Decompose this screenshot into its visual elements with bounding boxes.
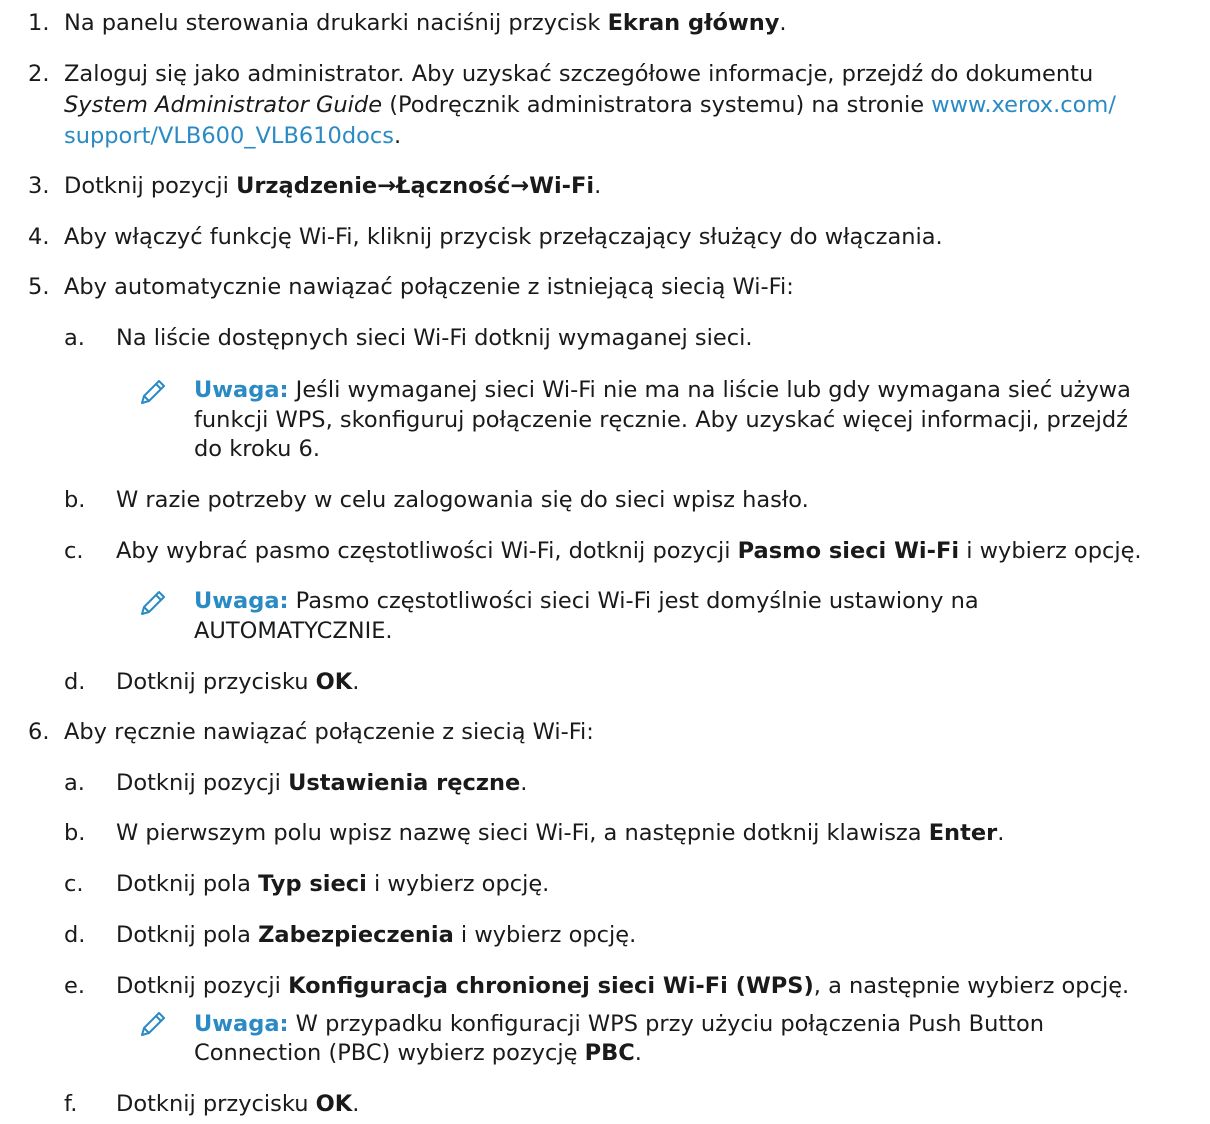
bold-term: PBC (584, 1040, 635, 1067)
note-label: Uwaga: (194, 1010, 289, 1037)
pencil-icon (141, 591, 165, 616)
bold-term: Zabezpieczenia (258, 921, 454, 948)
substep-letter: d. (64, 921, 86, 948)
step-1-text: Na panelu sterowania drukarki naciśnij p… (64, 10, 787, 37)
note-3-line-2: Connection (PBC) wybierz pozycję PBC. (194, 1040, 642, 1067)
step-6f-text: Dotknij przycisku OK. (116, 1091, 360, 1118)
pencil-icon (141, 379, 165, 404)
step-6d-text: Dotknij pola Zabezpieczenia i wybierz op… (116, 921, 637, 948)
step-6e-text: Dotknij pozycji Konfiguracja chronionej … (116, 972, 1130, 999)
note-2-line-2: AUTOMATYCZNIE. (194, 618, 393, 645)
step-5-text: Aby automatycznie nawiązać połączenie z … (64, 273, 794, 300)
step-number: 6. (28, 719, 50, 746)
note-3-line-1: Uwaga: W przypadku konfiguracji WPS przy… (194, 1010, 1044, 1037)
note-label: Uwaga: (194, 376, 289, 403)
step-number: 2. (28, 61, 50, 88)
step-5b-text: W razie potrzeby w celu zalogowania się … (116, 487, 809, 514)
bold-term: Pasmo sieci Wi-Fi (737, 538, 960, 565)
step-6b-text: W pierwszym polu wpisz nazwę sieci Wi-Fi… (116, 820, 1005, 847)
step-5c-text: Aby wybrać pasmo częstotliwości Wi-Fi, d… (116, 538, 1142, 565)
substep-letter: f. (64, 1091, 78, 1118)
step-3-text: Dotknij pozycji Urządzenie→Łączność→Wi-F… (64, 172, 602, 199)
step-number: 5. (28, 273, 50, 300)
step-2-line-3: support/VLB600_VLB610docs. (64, 122, 402, 149)
bold-term: OK (315, 669, 353, 696)
step-6c-text: Dotknij pola Typ sieci i wybierz opcję. (116, 871, 550, 898)
substep-letter: c. (64, 538, 84, 565)
substep-letter: d. (64, 669, 86, 696)
step-number: 4. (28, 223, 50, 250)
bold-term: Ustawienia ręczne (288, 770, 521, 797)
substep-letter: a. (64, 770, 85, 797)
substep-letter: b. (64, 820, 86, 847)
xerox-docs-link-cont[interactable]: support/VLB600_VLB610docs (64, 123, 394, 149)
step-6-text: Aby ręcznie nawiązać połączenie z siecią… (64, 719, 594, 746)
bold-term: Typ sieci (258, 871, 367, 898)
step-number: 3. (28, 172, 50, 199)
bold-term: Enter (928, 820, 998, 847)
substep-letter: e. (64, 972, 85, 999)
substep-letter: b. (64, 487, 86, 514)
guide-title: System Administrator Guide (64, 92, 383, 119)
step-5a-text: Na liście dostępnych sieci Wi-Fi dotknij… (116, 324, 753, 351)
note-2-line-1: Uwaga: Pasmo częstotliwości sieci Wi-Fi … (194, 588, 979, 615)
step-5d-text: Dotknij przycisku OK. (116, 669, 360, 696)
xerox-docs-link[interactable]: www.xerox.com/ (931, 92, 1116, 118)
step-4-text: Aby włączyć funkcję Wi-Fi, kliknij przyc… (64, 223, 943, 250)
pencil-icon (141, 1012, 165, 1037)
bold-term: Ekran główny (607, 10, 780, 37)
step-2-line-1: Zaloguj się jako administrator. Aby uzys… (64, 61, 1094, 88)
note-1-line-3: do kroku 6. (194, 436, 320, 463)
note-1-line-1: Uwaga: Jeśli wymaganej sieci Wi-Fi nie m… (194, 376, 1131, 403)
note-label: Uwaga: (194, 588, 289, 615)
substep-letter: c. (64, 871, 84, 898)
bold-term: Konfiguracja chronionej sieci Wi-Fi (WPS… (288, 972, 814, 999)
step-number: 1. (28, 10, 50, 37)
bold-term: OK (315, 1091, 353, 1118)
step-6a-text: Dotknij pozycji Ustawienia ręczne. (116, 770, 528, 797)
step-2-line-2: System Administrator Guide (Podręcznik a… (64, 92, 1116, 119)
substep-letter: a. (64, 324, 85, 351)
note-1-line-2: funkcji WPS, skonfiguruj połączenie ręcz… (194, 406, 1128, 433)
menu-path: Urządzenie→Łączność→Wi-Fi (236, 172, 595, 199)
